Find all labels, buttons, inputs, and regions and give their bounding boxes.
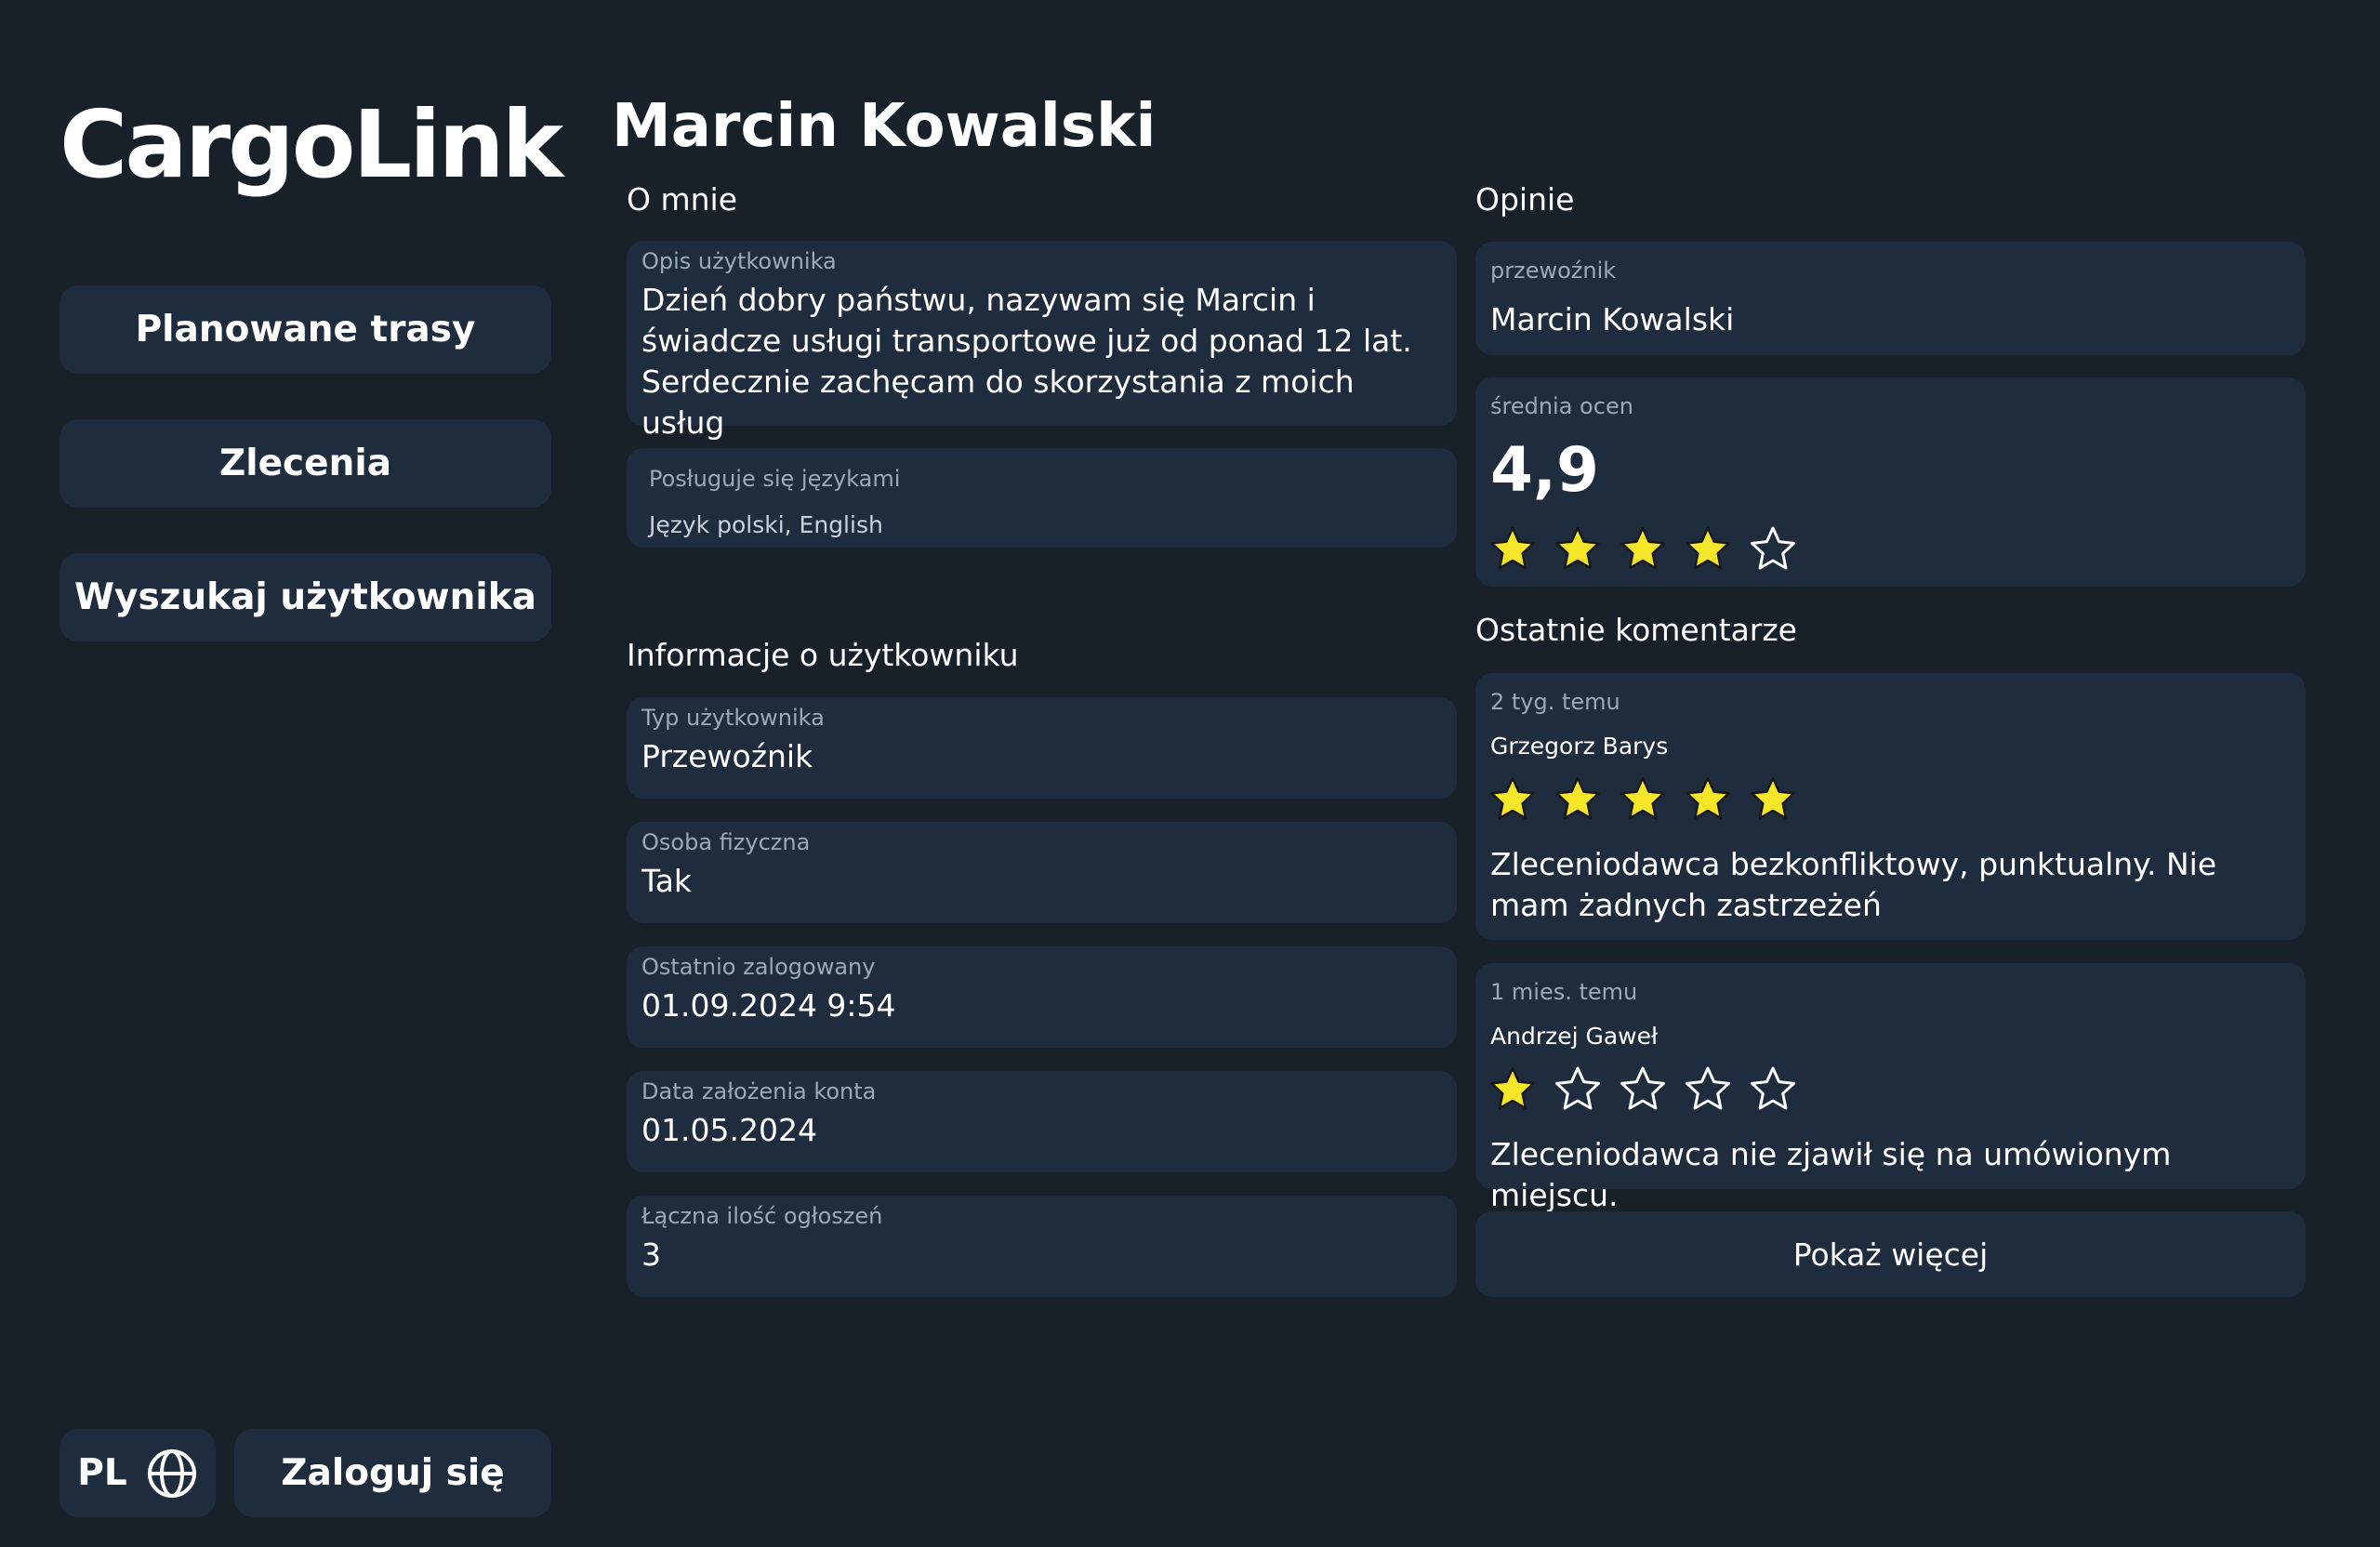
info-field-value: 3 <box>641 1236 661 1273</box>
info-field-value: Przewoźnik <box>641 738 813 774</box>
language-code: PL <box>77 1452 127 1494</box>
star-outline-icon <box>1620 1066 1665 1110</box>
star-outline-icon <box>1686 1066 1730 1110</box>
comment-stars <box>1487 1064 1799 1117</box>
language-switch-button[interactable]: PL <box>60 1429 216 1517</box>
star-filled-icon <box>1686 776 1730 820</box>
comment-text: Zleceniodawca bezkonfliktowy, punktualny… <box>1490 846 2217 923</box>
description-label: Opis użytkownika <box>641 248 837 274</box>
comment-card: 1 mies. temu Andrzej Gaweł Zleceniodawca… <box>1475 963 2306 1213</box>
star-filled-icon <box>1620 526 1665 570</box>
info-field-value: Tak <box>641 863 693 899</box>
languages-label: Posługuje się językami <box>649 466 901 492</box>
star-filled-icon <box>1555 526 1600 570</box>
star-filled-icon <box>1490 1066 1535 1110</box>
globe-icon <box>146 1448 198 1500</box>
comment-time: 2 tyg. temu <box>1490 689 1620 715</box>
languages-value: Język polski, English <box>649 511 883 538</box>
info-field-user-type: Typ użytkownika Przewoźnik <box>627 697 1457 799</box>
comment-time: 1 mies. temu <box>1490 979 1638 1005</box>
info-field-label: Typ użytkownika <box>641 705 825 731</box>
recent-comments-title: Ostatnie komentarze <box>1475 612 1797 648</box>
comment-stars <box>1487 774 1799 826</box>
star-outline-icon <box>1751 1066 1795 1110</box>
star-outline-icon <box>1751 526 1795 570</box>
comment-text: Zleceniodawca nie zjawił się na umówiony… <box>1490 1136 2172 1213</box>
carrier-label: przewoźnik <box>1490 258 1617 284</box>
info-field-total-listings: Łączna ilość ogłoszeń 3 <box>627 1196 1457 1297</box>
comment-author: Grzegorz Barys <box>1490 733 1669 760</box>
average-rating-label: średnia ocen <box>1490 393 1633 419</box>
profile-name: Marcin Kowalski <box>612 92 1157 161</box>
nav-planned-routes-button[interactable]: Planowane trasy <box>60 285 551 374</box>
about-section-title: O mnie <box>627 181 737 218</box>
info-field-value: 01.05.2024 <box>641 1112 817 1148</box>
comment-card: 2 tyg. temu Grzegorz Barys Zleceniodawca… <box>1475 673 2306 940</box>
info-field-label: Data założenia konta <box>641 1078 877 1104</box>
info-field-value: 01.09.2024 9:54 <box>641 987 896 1024</box>
show-more-button[interactable]: Pokaż więcej <box>1475 1211 2306 1297</box>
average-rating-value: 4,9 <box>1490 434 1599 506</box>
average-rating-stars <box>1487 524 1799 576</box>
description-card: Opis użytkownika Dzień dobry państwu, na… <box>627 241 1457 441</box>
star-filled-icon <box>1555 776 1600 820</box>
info-field-last-login: Ostatnio zalogowany 01.09.2024 9:54 <box>627 946 1457 1048</box>
user-info-section-title: Informacje o użytkowniku <box>627 637 1019 673</box>
carrier-name: Marcin Kowalski <box>1490 301 1735 337</box>
app-logo: CargoLink <box>60 90 563 199</box>
star-filled-icon <box>1490 776 1535 820</box>
login-button[interactable]: Zaloguj się <box>234 1429 551 1517</box>
comment-author: Andrzej Gaweł <box>1490 1023 1659 1050</box>
opinions-section-title: Opinie <box>1475 181 1575 218</box>
info-field-natural-person: Osoba fizyczna Tak <box>627 822 1457 923</box>
info-field-account-created: Data założenia konta 01.05.2024 <box>627 1071 1457 1172</box>
info-field-label: Osoba fizyczna <box>641 829 811 855</box>
carrier-card: przewoźnik Marcin Kowalski <box>1475 242 2306 355</box>
star-outline-icon <box>1555 1066 1600 1110</box>
star-filled-icon <box>1686 526 1730 570</box>
description-text: Dzień dobry państwu, nazywam się Marcin … <box>641 282 1412 441</box>
info-field-label: Łączna ilość ogłoszeń <box>641 1203 883 1229</box>
star-filled-icon <box>1751 776 1795 820</box>
info-field-label: Ostatnio zalogowany <box>641 954 876 980</box>
languages-card: Posługuje się językami Język polski, Eng… <box>627 448 1457 548</box>
nav-search-user-button[interactable]: Wyszukaj użytkownika <box>60 553 551 641</box>
star-filled-icon <box>1490 526 1535 570</box>
star-filled-icon <box>1620 776 1665 820</box>
nav-orders-button[interactable]: Zlecenia <box>60 419 551 508</box>
average-rating-card: średnia ocen 4,9 <box>1475 377 2306 587</box>
